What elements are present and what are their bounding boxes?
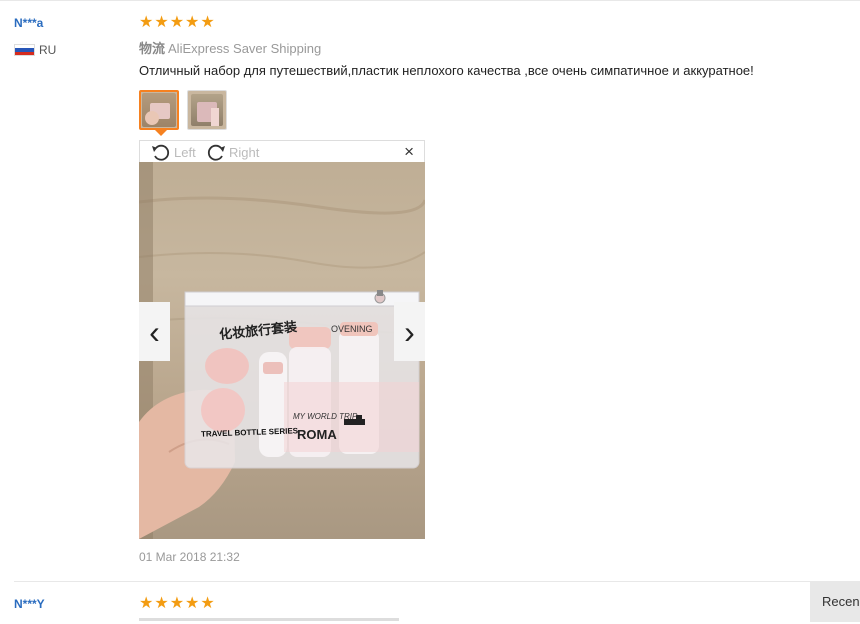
- shipping-label: 物流: [139, 41, 166, 56]
- rotate-right-icon: [207, 144, 225, 161]
- review-separator-top: [0, 0, 860, 1]
- previous-photo-button[interactable]: ‹: [139, 302, 170, 361]
- review-text: Отличный набор для путешествий,пластик н…: [139, 63, 754, 78]
- review-separator: [14, 581, 810, 582]
- review-text-cutoff: [139, 614, 399, 624]
- review-photo-thumbnail-1[interactable]: [139, 90, 179, 130]
- shipping-info: 物流 AliExpress Saver Shipping: [139, 38, 321, 57]
- country-code: RU: [39, 43, 57, 57]
- review-photo-large: 化妆旅行套装 OVENING TRAVEL BOTTLE SERIES MY W…: [139, 162, 425, 539]
- bottle-label-text: OVENING: [331, 324, 373, 334]
- review-date: 01 Mar 2018 21:32: [139, 550, 240, 564]
- image-viewer-toolbar: Left Right ×: [139, 140, 425, 162]
- next-photo-button[interactable]: ›: [394, 302, 425, 361]
- shipping-method: AliExpress Saver Shipping: [168, 41, 322, 56]
- rotate-right-button[interactable]: Right: [205, 142, 259, 162]
- rotate-left-icon: [152, 144, 170, 161]
- star-rating: ★★★★★: [139, 14, 216, 31]
- star-rating: ★★★★★: [139, 595, 216, 612]
- flag-ru-icon: [14, 44, 35, 56]
- review-photo-illustration: [139, 162, 425, 539]
- recent-tab-label: Recen: [822, 594, 860, 609]
- active-thumbnail-caret: [155, 130, 167, 136]
- rotate-right-label: Right: [229, 144, 260, 160]
- rotate-left-button[interactable]: Left: [150, 142, 196, 162]
- reviewer-name: N***Y: [14, 597, 45, 611]
- reviewer-country: RU: [14, 43, 56, 57]
- recent-tab[interactable]: Recen: [810, 581, 860, 622]
- close-viewer-button[interactable]: ×: [404, 143, 414, 161]
- reviewer-name: N***a: [14, 16, 44, 30]
- city-text: ROMA: [297, 427, 337, 442]
- tagline-text: MY WORLD TRIP: [293, 412, 358, 421]
- review-photo-thumbnail-2[interactable]: [187, 90, 227, 130]
- rotate-left-label: Left: [174, 144, 196, 160]
